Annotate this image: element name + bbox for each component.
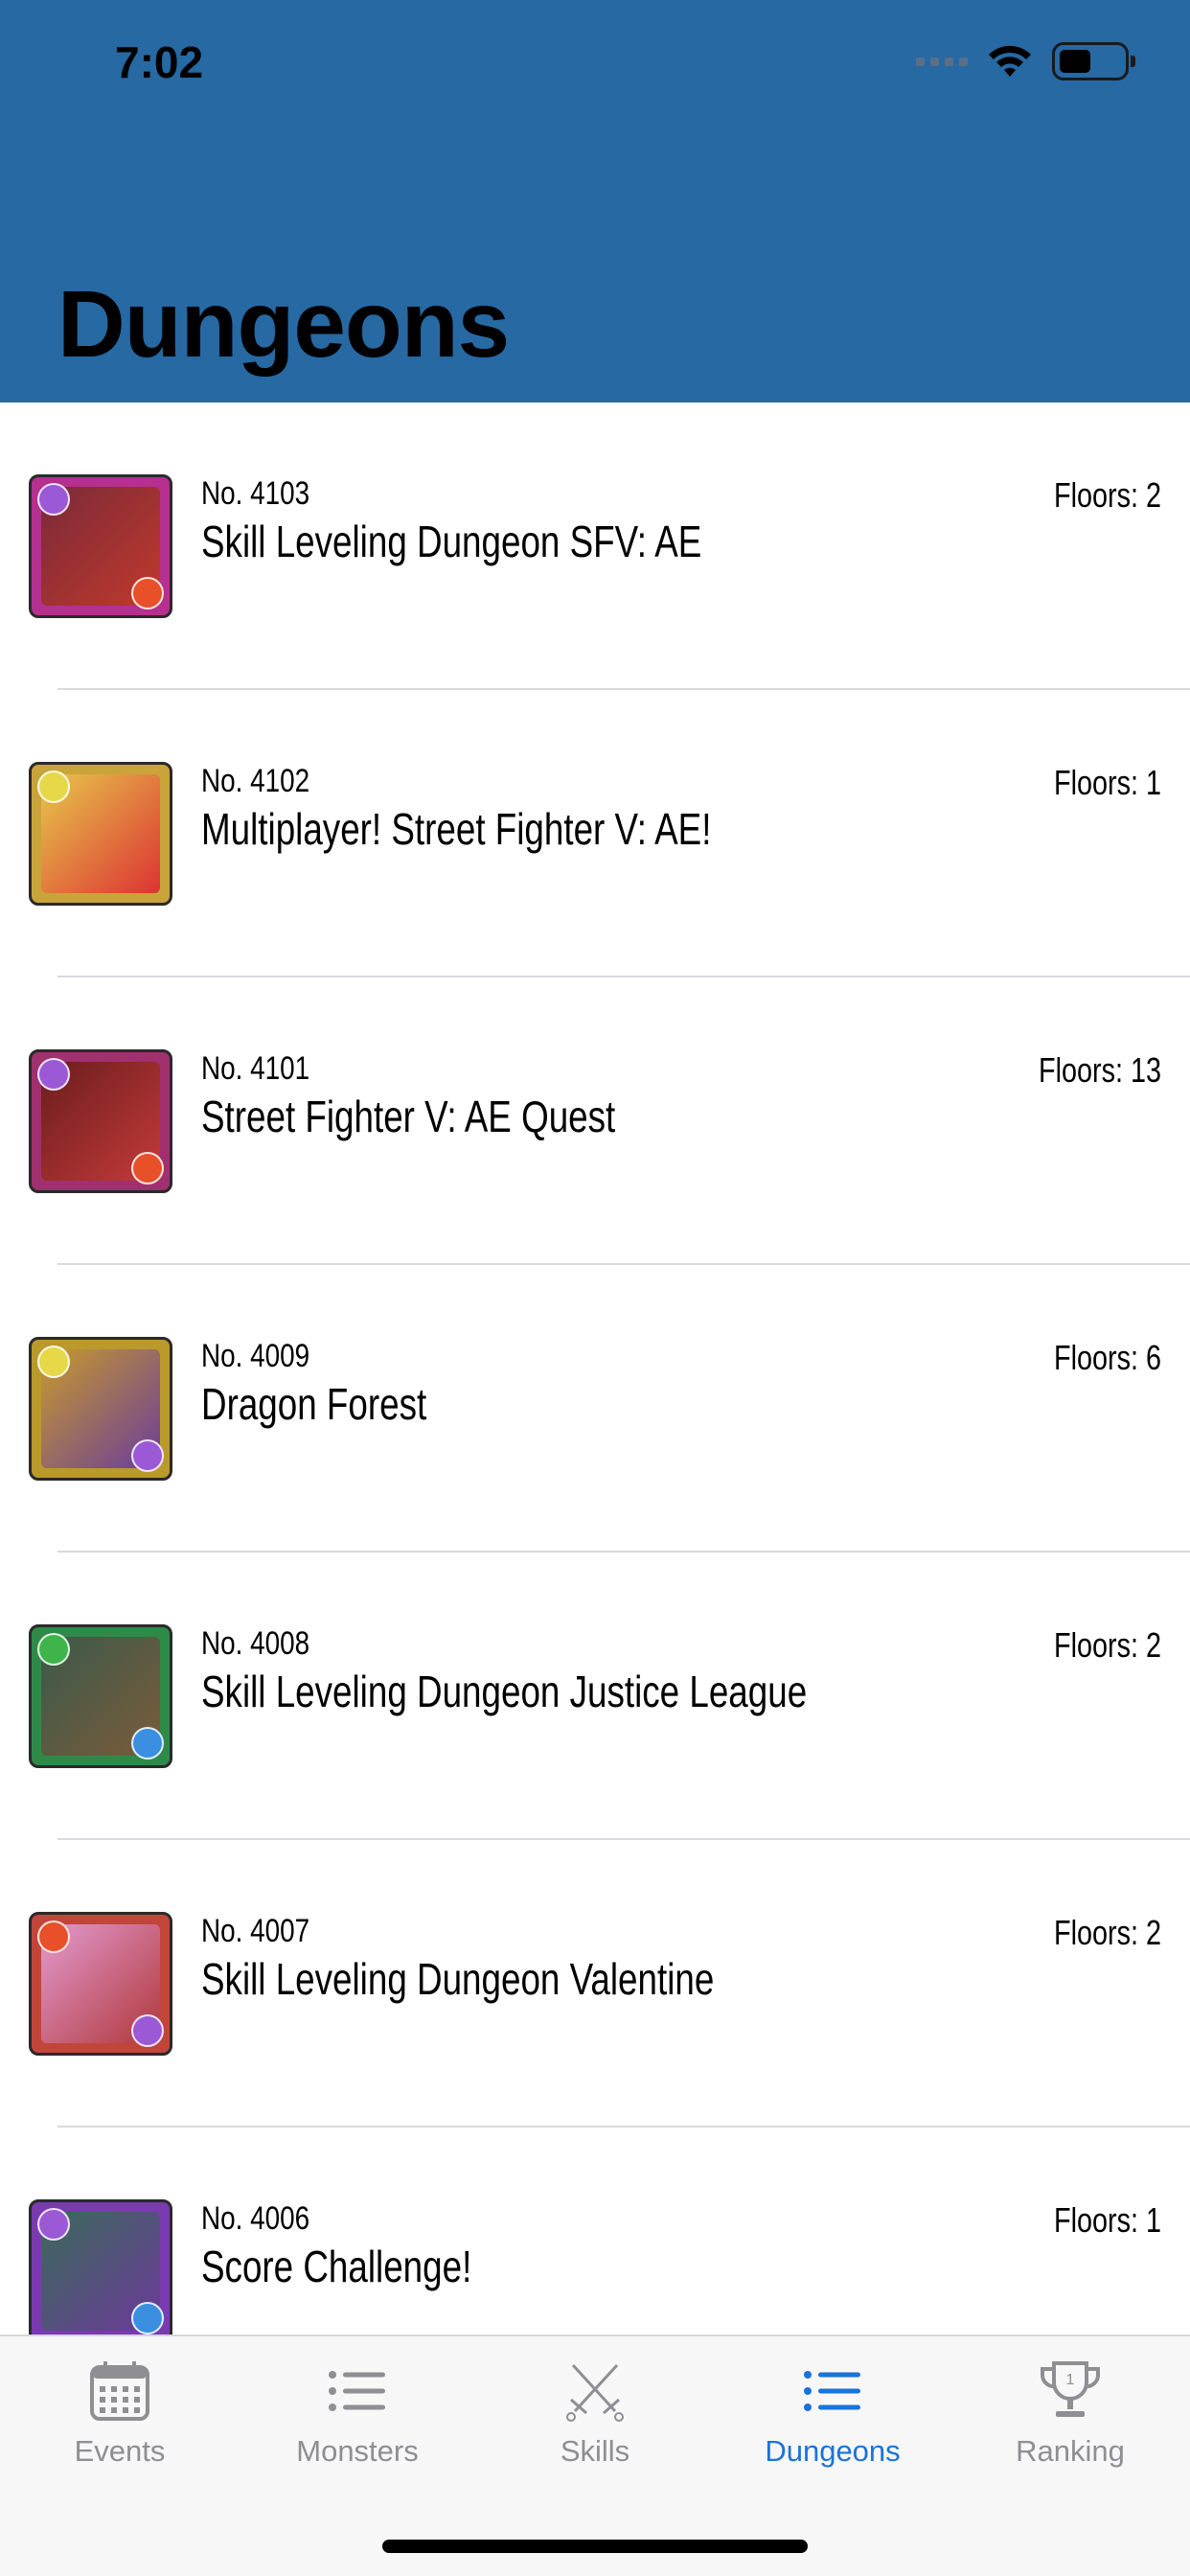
dungeon-row[interactable]: No. 4006 Score Challenge! Floors: 1: [0, 2128, 1190, 2334]
trophy-icon: 1: [1037, 2358, 1104, 2425]
dungeon-name: Street Fighter V: AE Quest: [201, 1092, 616, 1141]
dungeon-thumbnail: [29, 1912, 172, 2056]
tab-skills[interactable]: Skills: [476, 2358, 714, 2492]
dungeon-name: Dragon Forest: [201, 1379, 427, 1429]
dungeon-number: No. 4007: [201, 1913, 310, 1949]
dungeon-list[interactable]: No. 4103 Skill Leveling Dungeon SFV: AE Fl…: [0, 402, 1190, 2334]
dungeon-name: Skill Leveling Dungeon SFV: AE: [201, 517, 702, 566]
attribute-orb-icon: [37, 1633, 70, 1666]
status-indicators: [916, 42, 1135, 80]
dungeon-name: Skill Leveling Dungeon Valentine: [201, 1954, 715, 2004]
dungeon-thumbnail: [29, 1624, 172, 1768]
tab-label: Monsters: [296, 2434, 419, 2468]
tab-ranking[interactable]: 1 Ranking: [951, 2358, 1189, 2492]
dungeon-floors: Floors: 1: [1053, 763, 1161, 802]
attribute-orb-icon: [37, 483, 70, 516]
dungeon-thumbnail: [29, 762, 172, 906]
attribute-orb-icon: [37, 1058, 70, 1091]
list-icon: [324, 2358, 391, 2425]
attribute-orb-icon: [37, 1920, 70, 1953]
dungeon-number: No. 4008: [201, 1625, 310, 1662]
dungeon-name: Multiplayer! Street Fighter V: AE!: [201, 804, 712, 854]
page-title: Dungeons: [57, 271, 510, 377]
dungeon-floors: Floors: 13: [1038, 1050, 1161, 1090]
dungeon-row[interactable]: No. 4008 Skill Leveling Dungeon Justice L…: [0, 1552, 1190, 1840]
tab-dungeons[interactable]: Dungeons: [714, 2358, 951, 2492]
dungeon-number: No. 4006: [201, 2200, 310, 2237]
attribute-orb-icon: [131, 1152, 164, 1184]
tab-monsters[interactable]: Monsters: [239, 2358, 476, 2492]
dungeon-row[interactable]: No. 4102 Multiplayer! Street Fighter V: A…: [0, 690, 1190, 978]
calendar-icon: [86, 2358, 153, 2425]
tab-label: Skills: [560, 2434, 630, 2468]
dungeon-row[interactable]: No. 4009 Dragon Forest Floors: 6: [0, 1265, 1190, 1552]
dungeon-thumbnail: [29, 1049, 172, 1193]
dungeon-thumbnail: [29, 1337, 172, 1481]
tab-label: Ranking: [1016, 2434, 1125, 2468]
wifi-icon: [989, 45, 1031, 77]
attribute-orb-icon: [131, 577, 164, 610]
home-indicator[interactable]: [382, 2540, 808, 2553]
dungeon-thumbnail: [29, 2199, 172, 2334]
dungeon-floors: Floors: 2: [1053, 1913, 1161, 1952]
attribute-orb-icon: [131, 2302, 164, 2334]
nav-header: 7:02 Dungeons: [0, 0, 1190, 402]
dungeon-name: Skill Leveling Dungeon Justice League: [201, 1667, 808, 1716]
dungeon-floors: Floors: 6: [1053, 1338, 1161, 1377]
crossed-swords-icon: [561, 2358, 629, 2425]
dungeon-floors: Floors: 2: [1053, 475, 1161, 515]
status-time: 7:02: [115, 37, 204, 87]
dungeon-thumbnail: [29, 474, 172, 618]
list-icon: [799, 2358, 866, 2425]
attribute-orb-icon: [37, 1346, 70, 1378]
tab-label: Events: [74, 2434, 166, 2468]
dungeon-number: No. 4102: [201, 763, 310, 799]
battery-icon: [1052, 42, 1135, 80]
dungeon-number: No. 4103: [201, 475, 310, 512]
cellular-signal-icon: [916, 57, 968, 66]
dungeon-row[interactable]: No. 4101 Street Fighter V: AE Quest Floors…: [0, 978, 1190, 1265]
dungeon-row[interactable]: No. 4103 Skill Leveling Dungeon SFV: AE Fl…: [0, 402, 1190, 690]
dungeon-name: Score Challenge!: [201, 2242, 472, 2291]
attribute-orb-icon: [131, 1439, 164, 1472]
dungeon-floors: Floors: 2: [1053, 1625, 1161, 1665]
dungeon-number: No. 4101: [201, 1050, 310, 1087]
tab-label: Dungeons: [765, 2434, 901, 2468]
attribute-orb-icon: [131, 2014, 164, 2047]
attribute-orb-icon: [37, 2208, 70, 2241]
tab-events[interactable]: Events: [1, 2358, 239, 2492]
dungeon-row[interactable]: No. 4007 Skill Leveling Dungeon Valentine…: [0, 1840, 1190, 2128]
attribute-orb-icon: [131, 1727, 164, 1760]
dungeon-floors: Floors: 1: [1053, 2200, 1161, 2240]
attribute-orb-icon: [37, 770, 70, 803]
dungeon-number: No. 4009: [201, 1338, 310, 1374]
svg-text:1: 1: [1066, 2372, 1075, 2388]
